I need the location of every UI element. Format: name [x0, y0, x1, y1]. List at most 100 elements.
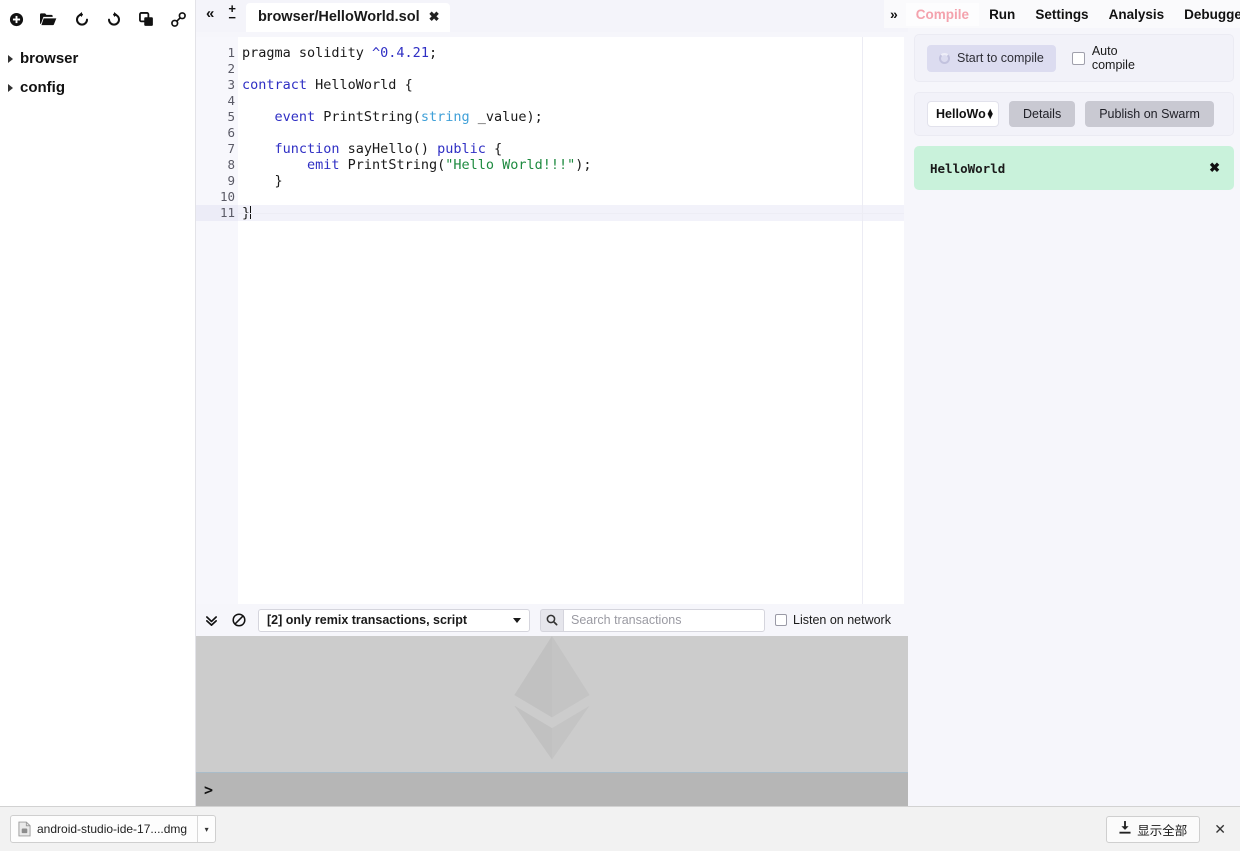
contract-actions-card: HelloWo ▲ ▼ Details Publish on Swarm	[914, 92, 1234, 136]
code-token: ^0.4.21	[372, 45, 429, 61]
editor-tab-bar: « + − browser/HelloWorld.sol ✖	[196, 0, 908, 32]
undo-icon[interactable]	[73, 10, 89, 28]
contract-select[interactable]: HelloWo ▲ ▼	[927, 101, 999, 127]
publish-on-swarm-button[interactable]: Publish on Swarm	[1085, 101, 1214, 127]
remix-ide-window: browser config « + − browser/HelloWorld.…	[0, 0, 1240, 851]
tab-settings[interactable]: Settings	[1025, 3, 1098, 26]
terminal-prompt[interactable]: >	[196, 772, 908, 806]
chevron-updown-icon: ▲ ▼	[985, 106, 995, 121]
line-number: 1	[227, 45, 235, 60]
line-number: 3▾	[196, 77, 247, 93]
chevron-down-icon	[513, 617, 521, 623]
open-folder-icon[interactable]	[40, 10, 57, 28]
sidebar-item-label: browser	[20, 50, 79, 67]
search-icon[interactable]	[540, 608, 563, 632]
checkbox-icon[interactable]	[1071, 51, 1085, 65]
terminal-toolbar: [2] only remix transactions, script List…	[196, 604, 908, 636]
dmg-file-icon	[11, 821, 37, 837]
compile-result-box: HelloWorld ✖	[914, 146, 1234, 190]
contract-select-value: HelloWo	[936, 107, 986, 121]
show-all-downloads-button[interactable]: 显示全部	[1106, 815, 1201, 843]
line-number: 8	[227, 157, 235, 172]
download-bar-actions: 显示全部 ✕	[1106, 815, 1230, 843]
code-editor-wrapper: 123▾4567▾891011 pragma solidity ^0.4.21;…	[196, 32, 908, 604]
search-input[interactable]	[563, 608, 765, 632]
code-line: event PrintString(string _value);	[238, 109, 904, 125]
tab-controls: « + −	[196, 0, 246, 32]
transaction-filter-dropdown[interactable]: [2] only remix transactions, script	[258, 608, 530, 632]
close-icon[interactable]: ✕	[1214, 821, 1230, 838]
code-token: }	[242, 173, 283, 189]
code-token: event	[274, 109, 316, 125]
code-token: emit	[307, 157, 340, 173]
tab-analysis[interactable]: Analysis	[1099, 3, 1175, 26]
line-number: 6	[227, 125, 235, 140]
link-icon[interactable]	[171, 10, 187, 28]
start-to-compile-button[interactable]: Start to compile	[927, 44, 1056, 72]
code-content[interactable]: pragma solidity ^0.4.21; contract HelloW…	[238, 37, 904, 604]
copy-icon[interactable]	[138, 10, 154, 28]
transaction-filter-label: [2] only remix transactions, script	[267, 613, 468, 627]
tab-hello-world-sol[interactable]: browser/HelloWorld.sol ✖	[245, 3, 450, 32]
file-tree: browser config	[0, 30, 195, 102]
clear-console-icon[interactable]	[230, 611, 248, 629]
code-token: {	[485, 141, 503, 157]
transaction-search[interactable]	[540, 608, 765, 632]
spinner-icon	[939, 52, 950, 64]
auto-compile-label: Auto compile	[1091, 44, 1135, 72]
browser-download-bar: android-studio-ide-17....dmg ▾ 显示全部 ✕	[0, 806, 1240, 851]
terminal-prompt-caret: >	[204, 780, 214, 799]
add-file-icon[interactable]	[8, 10, 24, 28]
code-token: pragma solidity	[242, 45, 373, 61]
checkbox-icon[interactable]	[775, 614, 787, 626]
code-line: pragma solidity ^0.4.21;	[238, 45, 904, 61]
code-token: function	[274, 141, 340, 157]
tab-run[interactable]: Run	[979, 3, 1025, 26]
file-explorer-toolbar	[0, 0, 195, 30]
code-token: string	[420, 109, 470, 125]
font-size-stepper[interactable]: + −	[228, 1, 236, 25]
sidebar-item-config[interactable]: config	[0, 73, 195, 102]
collapse-panel-icon[interactable]: «	[206, 6, 214, 21]
details-button[interactable]: Details	[1009, 101, 1076, 127]
line-number: 2	[227, 61, 235, 76]
download-menu-icon[interactable]: ▾	[197, 816, 215, 842]
chevron-double-down-icon[interactable]	[202, 611, 220, 629]
code-line: emit PrintString("Hello World!!!");	[238, 157, 904, 173]
listen-on-network-toggle[interactable]: Listen on network	[775, 613, 891, 627]
tab-label: browser/HelloWorld.sol	[257, 9, 420, 25]
compile-panel: Start to compile Auto compile HelloWo ▲ ▼…	[908, 28, 1240, 806]
line-number: 5	[227, 109, 235, 124]
chevron-right-icon	[8, 83, 13, 92]
redo-icon[interactable]	[106, 10, 122, 28]
code-token: ;	[428, 45, 438, 61]
code-line: contract HelloWorld {	[238, 77, 904, 93]
line-number-gutter: 123▾4567▾891011	[196, 37, 247, 604]
code-token: PrintString(	[315, 109, 421, 125]
code-token: _value);	[469, 109, 543, 125]
font-decrease-icon[interactable]: −	[228, 11, 236, 25]
download-item[interactable]: android-studio-ide-17....dmg ▾	[10, 815, 217, 843]
sidebar-item-label: config	[20, 79, 65, 96]
tab-compile[interactable]: Compile	[905, 2, 980, 26]
expand-panel-icon[interactable]: »	[884, 6, 906, 22]
code-token: public	[437, 141, 486, 157]
close-icon[interactable]: ✖	[1209, 160, 1220, 176]
line-number: 7▾	[196, 141, 247, 157]
sidebar-item-browser[interactable]: browser	[0, 44, 195, 73]
editor-vertical-rule	[862, 37, 863, 604]
code-editor[interactable]: 123▾4567▾891011 pragma solidity ^0.4.21;…	[196, 37, 904, 604]
auto-compile-toggle[interactable]: Auto compile	[1071, 44, 1156, 72]
terminal-panel[interactable]: >	[196, 636, 908, 806]
tab-debugger[interactable]: Debugger	[1174, 3, 1240, 26]
download-icon	[1119, 821, 1131, 837]
download-file-name: android-studio-ide-17....dmg	[37, 822, 188, 836]
close-icon[interactable]: ✖	[429, 9, 440, 25]
listen-on-network-label: Listen on network	[793, 613, 891, 627]
code-token: );	[575, 157, 592, 173]
